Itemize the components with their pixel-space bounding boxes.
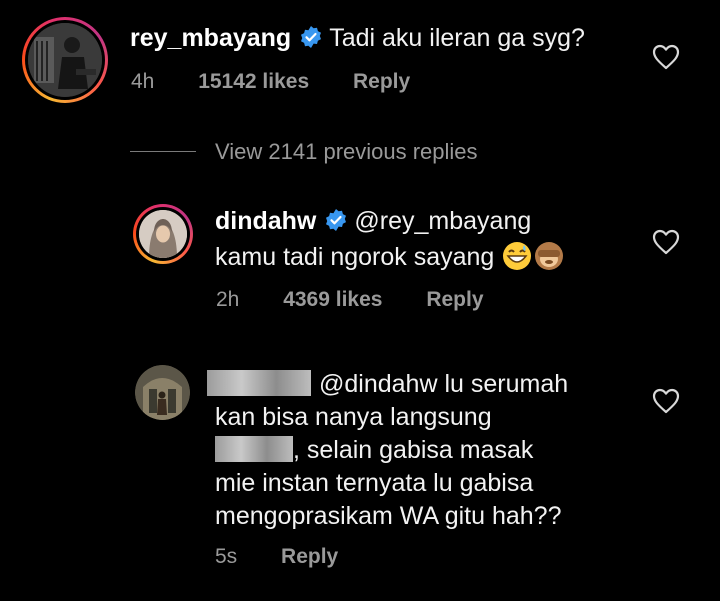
- comment2-line1: dindahw @rey_mbayang: [215, 207, 531, 236]
- comment2-time: 2h: [216, 288, 240, 311]
- comment2-text: kamu tadi ngorok sayang: [215, 243, 495, 271]
- comment3-meta: 5s Reply: [215, 545, 338, 569]
- comment3-line1: @dindahw lu serumah: [207, 368, 568, 401]
- redacted-username: [207, 370, 311, 396]
- comment3-reply-button[interactable]: Reply: [281, 545, 338, 568]
- avatar-redacted-user[interactable]: [135, 365, 190, 420]
- comment3-line3: , selain gabisa masak: [215, 434, 568, 467]
- heart-icon[interactable]: [652, 388, 680, 414]
- comment3-body: @dindahw lu serumah kan bisa nanya langs…: [207, 368, 568, 533]
- comment1-meta: 4h 15142 likes Reply: [131, 70, 410, 94]
- heart-icon[interactable]: [652, 229, 680, 255]
- verified-icon: [299, 25, 323, 49]
- avatar-photo: [28, 23, 102, 97]
- comment2-reply-button[interactable]: Reply: [426, 288, 483, 311]
- avatar-photo: [135, 365, 190, 420]
- comment2-line2: kamu tadi ngorok sayang: [215, 242, 563, 272]
- comment1-text: Tadi aku ileran ga syg?: [329, 24, 585, 52]
- comment2-meta: 2h 4369 likes Reply: [216, 288, 484, 312]
- comment3-line5: mengoprasikam WA gitu hah??: [215, 502, 562, 530]
- see-no-evil-monkey-emoji-icon: [534, 242, 563, 270]
- verified-icon: [324, 208, 348, 232]
- comment2-likes[interactable]: 4369 likes: [283, 288, 382, 311]
- grinning-sweat-emoji-icon: [502, 242, 531, 270]
- mention-rey-mbayang[interactable]: @rey_mbayang: [354, 207, 531, 235]
- username-dindahw[interactable]: dindahw: [215, 207, 316, 235]
- username-rey-mbayang[interactable]: rey_mbayang: [130, 24, 291, 52]
- comment3-line4: mie instan ternyata lu gabisa: [215, 469, 534, 497]
- comment1-likes[interactable]: 15142 likes: [198, 70, 309, 93]
- avatar-rey-mbayang[interactable]: [22, 17, 108, 103]
- view-previous-replies[interactable]: View 2141 previous replies: [215, 139, 478, 165]
- comment1-header: rey_mbayang Tadi aku ileran ga syg?: [130, 24, 585, 53]
- avatar-photo: [139, 210, 187, 258]
- comment3-line2: kan bisa nanya langsung: [215, 403, 492, 431]
- replies-divider: [130, 151, 196, 152]
- heart-icon[interactable]: [652, 44, 680, 70]
- comment1-reply-button[interactable]: Reply: [353, 70, 410, 93]
- comment3-time: 5s: [215, 545, 238, 568]
- comment1-time: 4h: [131, 70, 155, 93]
- avatar-dindahw[interactable]: [133, 204, 193, 264]
- redacted-name: [215, 436, 293, 462]
